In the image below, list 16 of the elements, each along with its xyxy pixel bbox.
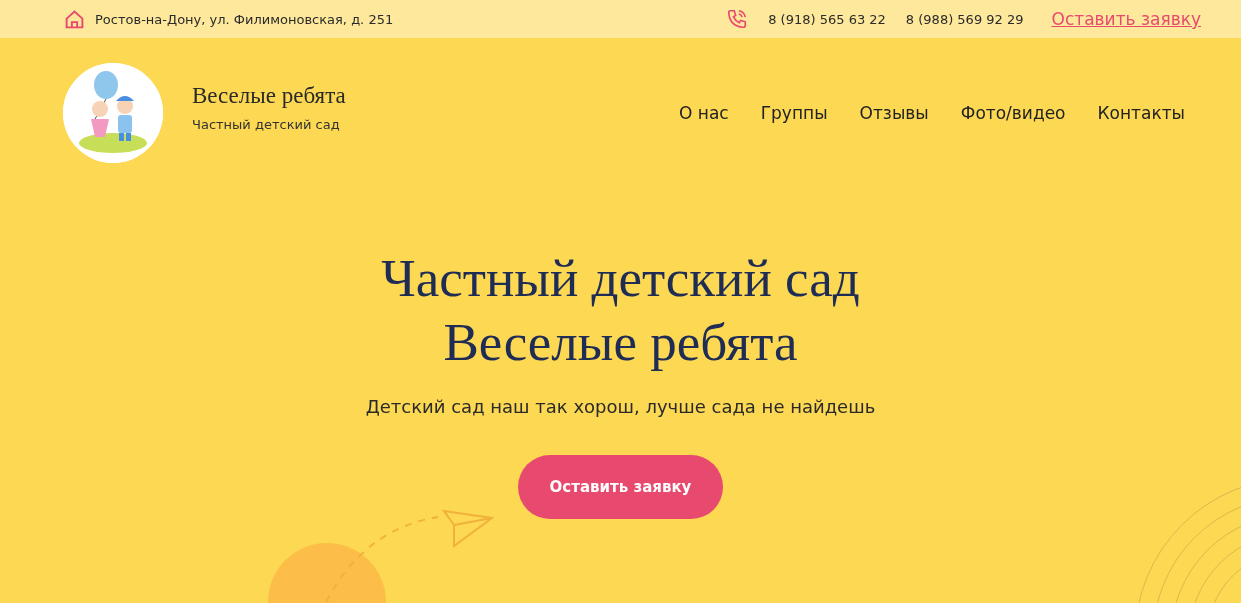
address-text: Ростов-на-Дону, ул. Филимоновская, д. 251 <box>95 11 394 27</box>
site-name: Веселые ребята <box>192 82 346 109</box>
hero-title: Частный детский сад Веселые ребята <box>381 248 860 373</box>
home-icon <box>64 8 85 30</box>
hero-subtitle: Детский сад наш так хорош, лучше сада не найдешь <box>365 396 876 417</box>
nav-link[interactable]: Отзывы <box>859 103 929 123</box>
nav-link[interactable]: Фото/видео <box>960 103 1066 123</box>
nav-link[interactable]: Группы <box>760 103 828 123</box>
nav-link[interactable]: О нас <box>679 103 729 123</box>
phone-icon <box>726 8 749 30</box>
paper-plane-icon <box>442 509 494 549</box>
request-button[interactable]: Оставить заявку <box>518 455 723 519</box>
phone-number[interactable]: 8 (988) 569 92 29 <box>905 11 1024 27</box>
phone-number[interactable]: 8 (918) 565 63 22 <box>768 11 886 27</box>
site-tagline: Частный детский сад <box>192 116 341 132</box>
nav-link[interactable]: Контакты <box>1097 103 1185 123</box>
